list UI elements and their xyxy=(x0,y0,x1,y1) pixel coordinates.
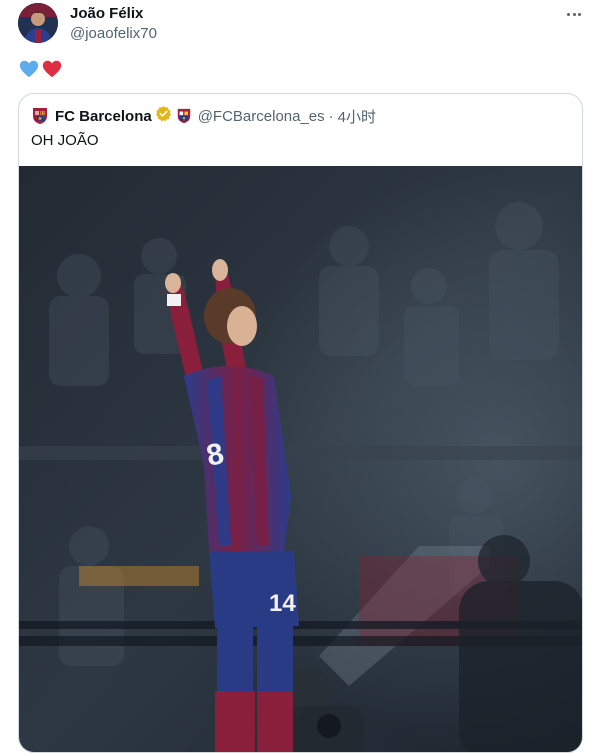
fc-barcelona-affiliate-badge-icon xyxy=(176,108,192,124)
author-avatar[interactable] xyxy=(18,3,58,43)
author-name[interactable]: João Félix xyxy=(70,5,143,22)
separator-dot: · xyxy=(328,107,334,125)
more-options-button[interactable] xyxy=(560,2,588,26)
author-handle[interactable]: @joaofelix70 xyxy=(70,25,157,42)
quoted-text: OH JOÃO xyxy=(31,132,99,149)
red-heart-icon xyxy=(42,60,62,78)
blue-heart-icon xyxy=(19,60,39,78)
quoted-author-handle[interactable]: @FCBarcelona_es xyxy=(198,108,325,125)
quoted-tweet[interactable]: FC Barcelona @FCBarcelona_es · 4小时 OH JO… xyxy=(18,93,583,753)
quoted-timestamp[interactable]: 4小时 xyxy=(338,106,376,127)
quoted-photo[interactable]: 8 14 xyxy=(19,166,582,752)
more-horizontal-icon xyxy=(566,12,583,16)
fc-barcelona-crest-icon[interactable] xyxy=(31,107,49,125)
quoted-header: FC Barcelona @FCBarcelona_es · 4小时 xyxy=(31,106,376,126)
quoted-author-name[interactable]: FC Barcelona xyxy=(55,108,152,125)
tweet-text xyxy=(18,58,63,80)
verified-badge-icon xyxy=(155,105,172,127)
jersey-number: 14 xyxy=(269,590,296,617)
tweet: João Félix @joaofelix70 FC Barcelona @FC… xyxy=(0,0,603,753)
